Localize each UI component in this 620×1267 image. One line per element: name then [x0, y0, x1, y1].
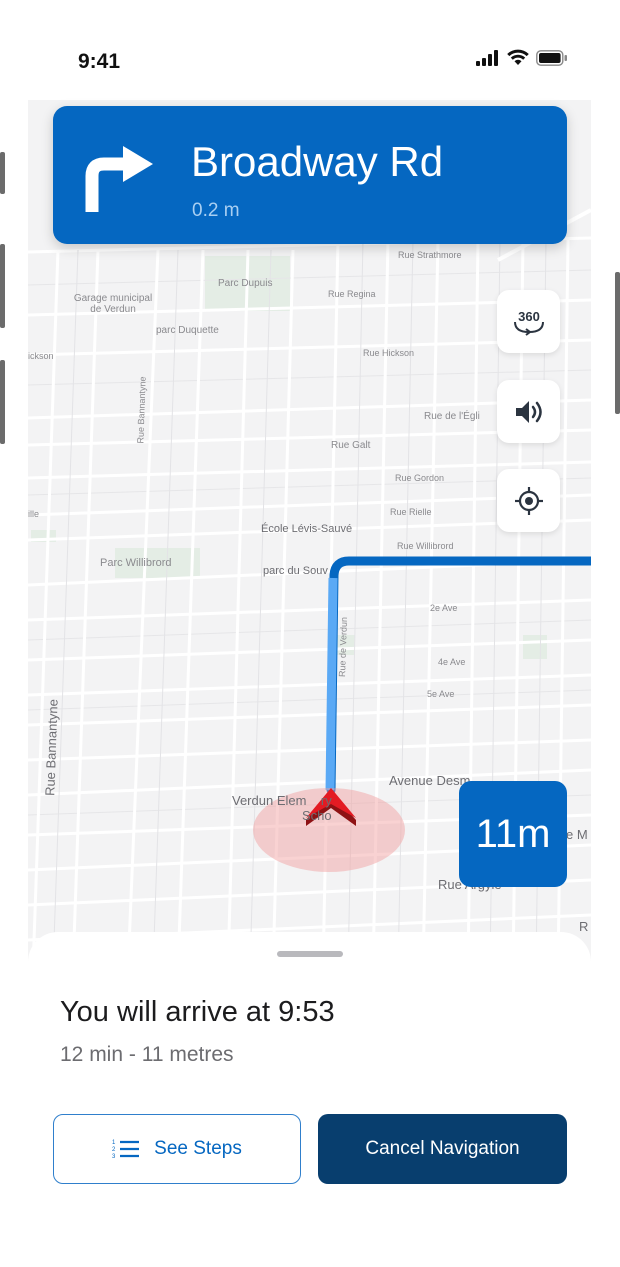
map-label: e M — [566, 827, 588, 842]
map-label: Rue Hickson — [363, 348, 415, 358]
map-label: Scho — [302, 808, 332, 823]
wifi-icon — [507, 49, 529, 65]
status-bar: 9:41 — [0, 0, 620, 100]
map-label: Verdun Elem ry — [232, 793, 332, 808]
speaker-icon — [515, 400, 542, 423]
map-label: Parc Dupuis — [218, 278, 273, 289]
map-label: parc Duquette — [156, 325, 219, 336]
map-label: ickson — [28, 351, 54, 361]
status-icons — [476, 49, 568, 66]
map-label: Rue Galt — [331, 440, 371, 451]
map-label: 5e Ave — [427, 689, 455, 699]
map-label: Rue Rielle — [390, 507, 432, 517]
power-button — [615, 272, 620, 414]
svg-text:1: 1 — [112, 1140, 116, 1146]
locate-icon — [514, 486, 543, 515]
svg-text:3: 3 — [112, 1154, 116, 1160]
view-360-button[interactable]: 360 — [497, 290, 560, 353]
see-steps-button[interactable]: 1 2 3 See Steps — [53, 1114, 301, 1184]
trip-summary-text: 12 min - 11 metres — [60, 1043, 234, 1066]
arrival-time-text: You will arrive at 9:53 — [60, 996, 335, 1028]
next-turn-distance: 0.2 m — [192, 200, 240, 221]
map-label: ille — [28, 509, 40, 519]
turn-instruction-banner: Broadway Rd 0.2 m — [53, 106, 567, 244]
map-label: 2e Ave — [430, 603, 458, 613]
map-label: parc du Souv — [263, 565, 328, 577]
numbered-list-icon: 1 2 3 — [112, 1140, 140, 1160]
bottom-sheet[interactable] — [28, 932, 591, 1267]
volume-down-button — [0, 360, 5, 444]
cancel-navigation-button[interactable]: Cancel Navigation — [318, 1114, 567, 1184]
battery-icon — [536, 49, 567, 66]
map-label: Rue Strathmore — [398, 250, 462, 260]
map-label: 4e Ave — [438, 657, 466, 667]
status-time: 9:41 — [78, 50, 121, 73]
svg-text:2: 2 — [112, 1147, 116, 1153]
rotate-360-icon: 360 — [513, 309, 544, 336]
map-label: Avenue Desm — [389, 773, 471, 788]
recenter-button[interactable] — [497, 469, 560, 532]
map-label: Rue Willibrord — [397, 541, 454, 551]
sheet-grabber-handle[interactable] — [277, 951, 343, 957]
map-label: R — [579, 919, 589, 934]
map-label: Parc Willibrord — [100, 557, 172, 569]
sound-button[interactable] — [497, 380, 560, 443]
map-label: Rue de Verdun — [336, 616, 350, 678]
volume-up-button — [0, 244, 5, 328]
cancel-navigation-label: Cancel Navigation — [365, 1138, 520, 1159]
next-street-name: Broadway Rd — [191, 138, 444, 185]
map-label: Rue Gordon — [395, 473, 445, 483]
mute-switch — [0, 152, 5, 194]
map-label: Rue de l'Égli — [424, 411, 480, 422]
cellular-signal-icon — [476, 49, 498, 66]
remaining-distance-badge: 11m — [459, 781, 567, 887]
map-label: Garage municipal de Verdun — [73, 293, 153, 315]
map-label: Rue Regina — [328, 289, 376, 299]
see-steps-label: See Steps — [154, 1138, 242, 1159]
turn-right-arrow-icon — [85, 146, 153, 212]
map-label: École Lévis-Sauvé — [261, 523, 353, 535]
view-360-label: 360 — [518, 309, 540, 324]
